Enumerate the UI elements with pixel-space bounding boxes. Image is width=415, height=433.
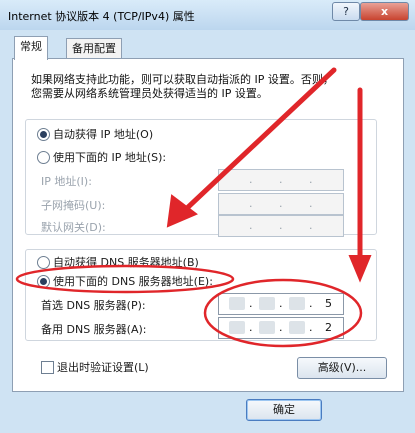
general-panel: 如果网络支持此功能，则可以获取自动指派的 IP 设置。否则， 您需要从网络系统管… <box>12 58 404 392</box>
auto-ip-label: 自动获得 IP 地址(O) <box>53 128 154 141</box>
ok-button[interactable]: 确定 <box>246 399 322 421</box>
help-button[interactable]: ? <box>332 2 360 21</box>
subnet-mask-field[interactable]: ... <box>218 193 344 215</box>
validate-label: 退出时验证设置(L) <box>57 361 149 374</box>
radio-auto-dns[interactable] <box>37 256 50 269</box>
radio-manual-dns[interactable] <box>37 275 50 288</box>
manual-dns-label: 使用下面的 DNS 服务器地址(E): <box>53 275 213 288</box>
subnet-mask-label: 子网掩码(U): <box>41 199 106 212</box>
advanced-button[interactable]: 高级(V)... <box>297 357 387 379</box>
preferred-dns-field[interactable]: . . . 5 <box>218 293 344 315</box>
manual-ip-label: 使用下面的 IP 地址(S): <box>53 151 167 164</box>
radio-manual-ip[interactable] <box>37 151 50 164</box>
dialog-footer: 确定 <box>0 395 415 433</box>
close-button[interactable]: x <box>360 2 409 21</box>
auto-dns-label: 自动获得 DNS 服务器地址(B) <box>53 256 199 269</box>
alternate-dns-label: 备用 DNS 服务器(A): <box>41 323 147 336</box>
intro-line-2: 您需要从网络系统管理员处获得适当的 IP 设置。 <box>31 87 268 100</box>
alternate-dns-last-octet: 2 <box>325 321 332 334</box>
window-title: Internet 协议版本 4 (TCP/IPv4) 属性 <box>8 10 195 23</box>
tab-alternate-config[interactable]: 备用配置 <box>66 38 122 59</box>
default-gateway-field[interactable]: ... <box>218 215 344 237</box>
alternate-dns-field[interactable]: . . . 2 <box>218 317 344 339</box>
radio-auto-ip[interactable] <box>37 128 50 141</box>
tab-general[interactable]: 常规 <box>14 36 48 60</box>
ip-address-label: IP 地址(I): <box>41 175 92 188</box>
preferred-dns-label: 首选 DNS 服务器(P): <box>41 299 146 312</box>
ip-address-field[interactable]: ... <box>218 169 344 191</box>
default-gateway-label: 默认网关(D): <box>41 221 106 234</box>
preferred-dns-last-octet: 5 <box>325 297 332 310</box>
validate-checkbox[interactable] <box>41 361 54 374</box>
title-bar: Internet 协议版本 4 (TCP/IPv4) 属性 ? x <box>0 0 415 30</box>
